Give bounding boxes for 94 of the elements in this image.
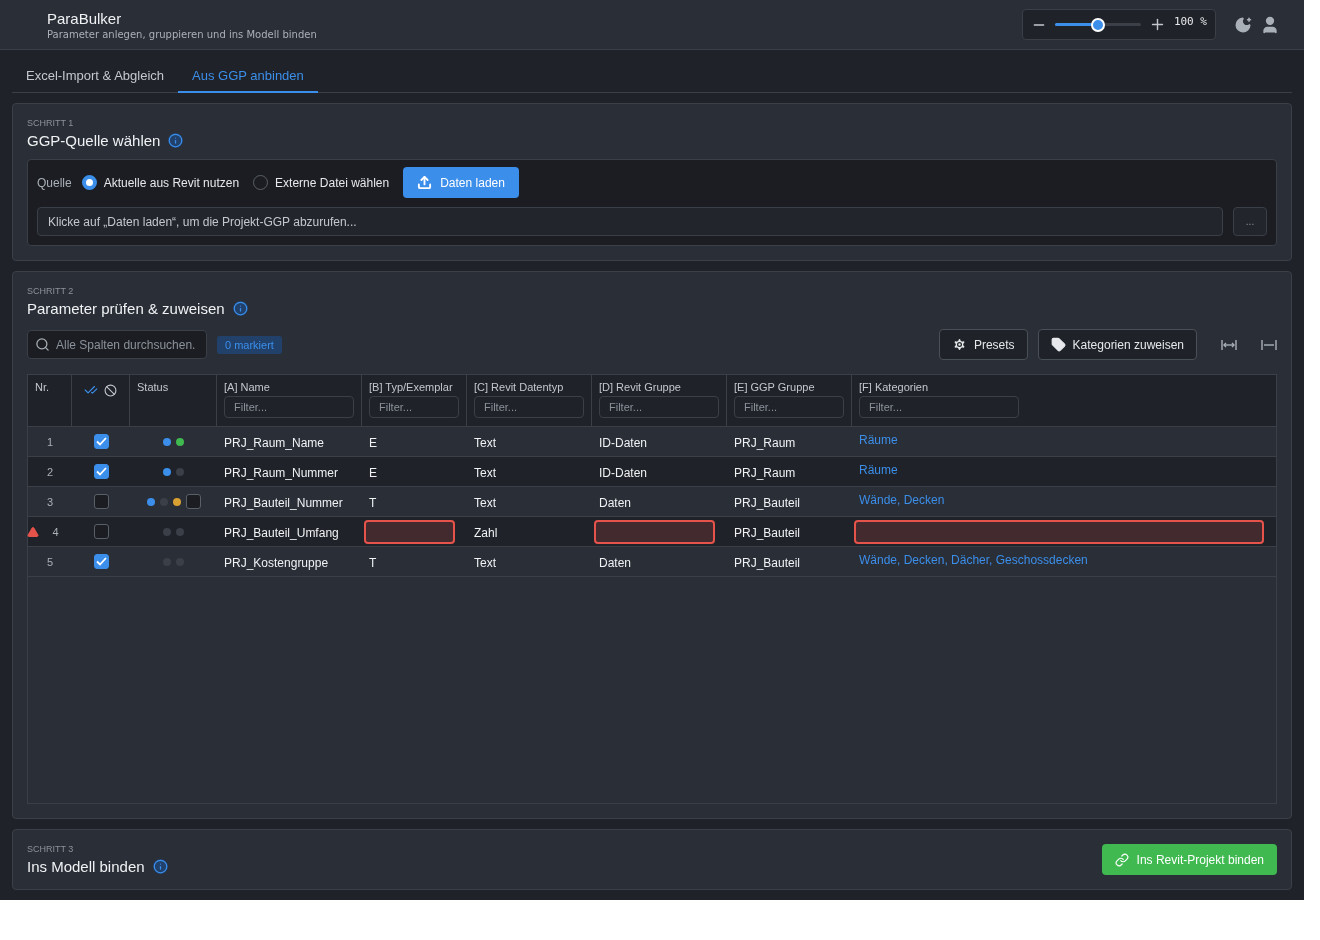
column-header: Nr.: [28, 375, 72, 427]
expand-width-icon[interactable]: [1221, 337, 1237, 352]
table-cell: Text: [474, 555, 496, 570]
invalid-field[interactable]: [594, 519, 715, 544]
table-cell: PRJ_Kostengruppe: [224, 555, 329, 570]
step-label: SCHRITT 3: [27, 844, 75, 854]
filter-field[interactable]: Filter...: [734, 396, 844, 418]
info-icon[interactable]: [152, 859, 168, 874]
browse-button[interactable]: ...: [1233, 207, 1267, 236]
source-label: Quelle: [37, 175, 72, 190]
column-header: Status: [130, 375, 217, 427]
table-cell: Text: [474, 465, 496, 480]
category-link[interactable]: Wände, Decken, Dächer, Geschossdecken: [859, 552, 1088, 567]
table-cell: PRJ_Bauteil: [734, 495, 801, 510]
table-cell: PRJ_Raum_Nummer: [224, 465, 339, 480]
app-title: ParaBulker: [47, 9, 123, 27]
card-title: GGP-Quelle wählen: [27, 132, 161, 149]
marked-count: 0 markiert: [217, 335, 282, 354]
card-title: Parameter prüfen & zuweisen: [27, 300, 225, 317]
table-cell: PRJ_Bauteil: [734, 525, 801, 540]
column-label: [C] Revit Datentyp: [474, 381, 565, 393]
load-data-button[interactable]: Daten laden: [403, 167, 519, 198]
table-cell: ID-Daten: [599, 465, 648, 480]
table-cell: Text: [474, 435, 496, 450]
search-field[interactable]: Alle Spalten durchsuchen.: [27, 330, 207, 359]
table-cell: E: [369, 465, 377, 480]
row-checkbox[interactable]: [93, 524, 109, 539]
filter-field[interactable]: Filter...: [224, 396, 354, 418]
table-cell: T: [369, 495, 377, 510]
invalid-field[interactable]: [854, 519, 1264, 544]
tag-icon: [1050, 337, 1066, 352]
table-cell: Daten: [599, 495, 632, 510]
column-label: [B] Typ/Exemplar: [369, 381, 454, 393]
deselect-icon[interactable]: [104, 383, 117, 397]
row-checkbox[interactable]: [93, 494, 109, 509]
info-icon[interactable]: [168, 133, 184, 148]
radio-option[interactable]: Externe Datei wählen: [253, 175, 390, 190]
table-cell: PRJ_Raum: [734, 465, 796, 480]
table-cell: Text: [474, 495, 496, 510]
table-cell: Zahl: [474, 525, 498, 540]
zoom-reading: 100 %: [1173, 15, 1207, 28]
theme-toggle-icon[interactable]: [1234, 15, 1252, 34]
filter-field[interactable]: Filter...: [474, 396, 584, 418]
table-cell: T: [369, 555, 377, 570]
search-icon: [35, 337, 50, 352]
upload-icon: [417, 175, 433, 190]
slider-thumb[interactable]: [1090, 17, 1105, 32]
row-checkbox[interactable]: [93, 554, 109, 569]
row-number: 2: [46, 465, 54, 478]
radio-button[interactable]: [81, 175, 97, 190]
step-label: SCHRITT 2: [27, 286, 75, 296]
row-number: 4: [52, 525, 59, 538]
row-number: 5: [46, 555, 54, 568]
radio-option[interactable]: Aktuelle aus Revit nutzen: [81, 175, 240, 190]
fit-width-icon[interactable]: [1261, 337, 1277, 352]
step-label: SCHRITT 1: [27, 118, 75, 128]
category-link[interactable]: Wände, Decken: [859, 492, 945, 507]
path-field[interactable]: Klicke auf „Daten laden“, um die Projekt-GGP abzurufen...: [37, 207, 1223, 236]
row-checkbox[interactable]: [93, 464, 109, 479]
table-cell: E: [369, 435, 377, 450]
row-number: 3: [46, 495, 54, 508]
column-label: [E] GGP Gruppe: [734, 381, 816, 393]
category-link[interactable]: Räume: [859, 432, 898, 447]
table-cell: PRJ_Bauteil_Nummer: [224, 495, 343, 510]
zoom-slider[interactable]: [1054, 17, 1141, 32]
invalid-field[interactable]: [364, 519, 455, 544]
table-cell: PRJ_Bauteil_Umfang: [224, 525, 339, 540]
presets-button[interactable]: Presets: [938, 329, 1028, 360]
table-cell: PRJ_Bauteil: [734, 555, 801, 570]
filter-field[interactable]: Filter...: [369, 396, 459, 418]
column-label: [F] Kategorien: [859, 381, 930, 393]
column-label: [D] Revit Gruppe: [599, 381, 682, 393]
bind-button[interactable]: Ins Revit-Projekt binden: [1101, 844, 1277, 875]
table-cell: Daten: [599, 555, 632, 570]
table-cell: ID-Daten: [599, 435, 648, 450]
tab[interactable]: Excel-Import & Abgleich: [12, 60, 178, 93]
app-subtitle: Parameter anlegen, gruppieren und ins Modell binden: [47, 28, 318, 40]
tab[interactable]: Aus GGP anbinden: [178, 60, 318, 93]
filter-field[interactable]: Filter...: [859, 396, 1019, 418]
filter-field[interactable]: Filter...: [599, 396, 719, 418]
user-icon[interactable]: [1260, 14, 1280, 35]
table-cell: PRJ_Raum: [734, 435, 796, 450]
category-link[interactable]: Räume: [859, 462, 898, 477]
row-number: 1: [46, 435, 54, 448]
info-icon[interactable]: [232, 301, 248, 316]
assign-categories-button[interactable]: Kategorien zuweisen: [1037, 329, 1197, 360]
gear-icon: [951, 337, 967, 352]
card-title: Ins Modell binden: [27, 858, 145, 875]
row-checkbox[interactable]: [93, 434, 109, 449]
status-checkbox[interactable]: [185, 494, 201, 509]
column-label: [A] Name: [224, 381, 271, 393]
table-cell: PRJ_Raum_Name: [224, 435, 325, 450]
link-icon: [1114, 852, 1129, 867]
select-all-icon[interactable]: [84, 383, 98, 397]
